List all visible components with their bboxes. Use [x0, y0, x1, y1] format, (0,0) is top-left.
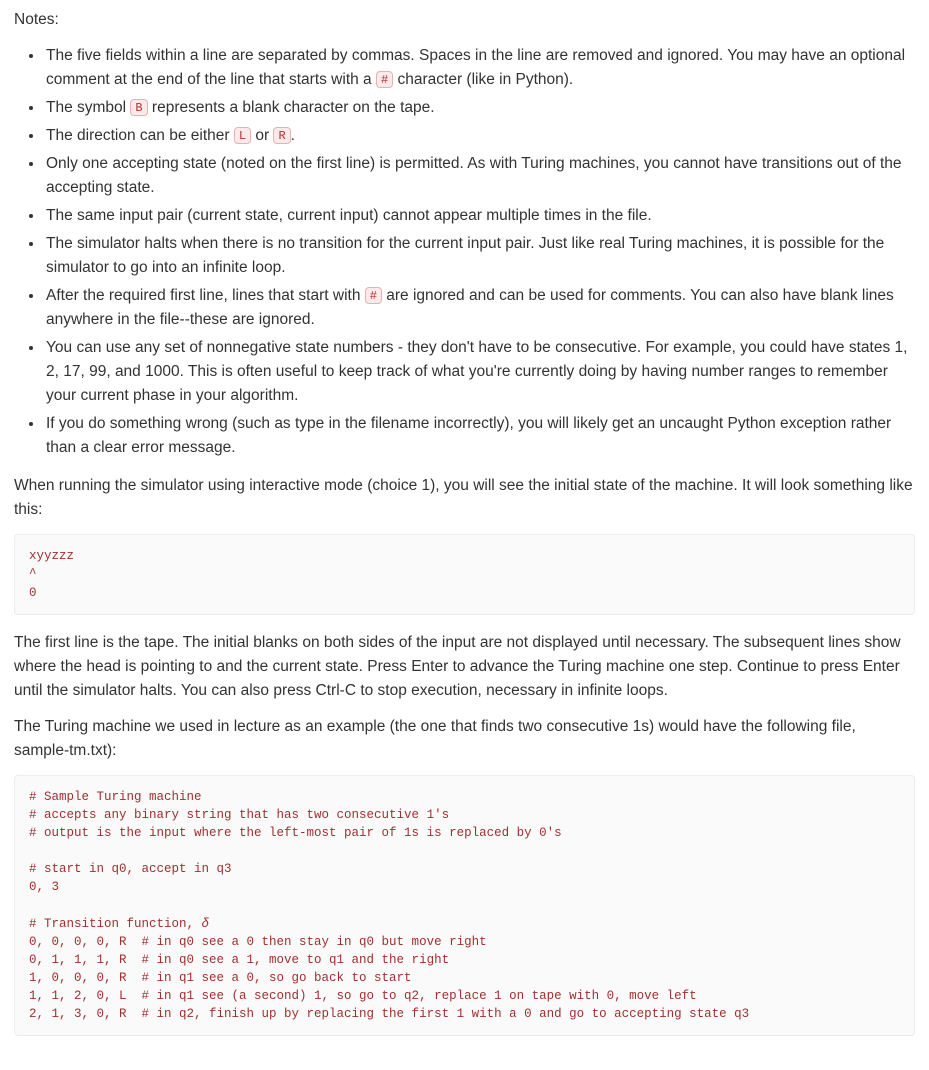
- notes-list: The five fields within a line are separa…: [14, 44, 915, 460]
- notes-heading: Notes:: [14, 8, 915, 32]
- notes-item: The simulator halts when there is no tra…: [44, 232, 915, 280]
- note-text: The symbol: [46, 99, 130, 116]
- notes-item: After the required first line, lines tha…: [44, 284, 915, 332]
- code-text: # Sample Turing machine # accepts any bi…: [29, 790, 562, 931]
- left-symbol: L: [234, 127, 251, 144]
- notes-item: If you do something wrong (such as type …: [44, 412, 915, 460]
- code-text: 0, 0, 0, 0, R # in q0 see a 0 then stay …: [29, 935, 749, 1022]
- note-text: The direction can be either: [46, 127, 234, 144]
- delta-symbol: δ: [202, 917, 210, 931]
- hash-symbol: #: [376, 71, 393, 88]
- note-text: After the required first line, lines tha…: [46, 287, 365, 304]
- interactive-mode-paragraph: When running the simulator using interac…: [14, 474, 915, 522]
- note-text: represents a blank character on the tape…: [148, 99, 435, 116]
- sample-tm-intro-paragraph: The Turing machine we used in lecture as…: [14, 715, 915, 763]
- right-symbol: R: [273, 127, 290, 144]
- tape-explanation-paragraph: The first line is the tape. The initial …: [14, 631, 915, 703]
- notes-item: Only one accepting state (noted on the f…: [44, 152, 915, 200]
- sample-tm-codeblock: # Sample Turing machine # accepts any bi…: [14, 775, 915, 1037]
- notes-item: The same input pair (current state, curr…: [44, 204, 915, 228]
- notes-item: The direction can be either L or R.: [44, 124, 915, 148]
- notes-item: The symbol B represents a blank characte…: [44, 96, 915, 120]
- blank-symbol: B: [130, 99, 147, 116]
- notes-item: The five fields within a line are separa…: [44, 44, 915, 92]
- hash-symbol: #: [365, 287, 382, 304]
- notes-item: You can use any set of nonnegative state…: [44, 336, 915, 408]
- initial-state-codeblock: xyyzzz ^ 0: [14, 534, 915, 614]
- note-text: .: [291, 127, 295, 144]
- note-text: or: [251, 127, 273, 144]
- note-text: character (like in Python).: [393, 71, 573, 88]
